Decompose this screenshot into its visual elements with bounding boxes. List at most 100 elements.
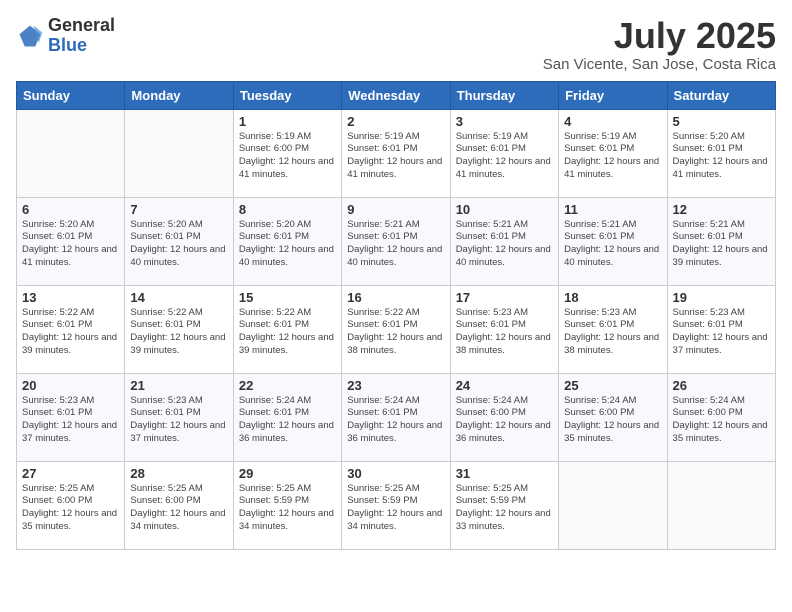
calendar-cell: 14 Sunrise: 5:22 AM Sunset: 6:01 PM Dayli… bbox=[125, 285, 233, 373]
day-info: Sunrise: 5:20 AM Sunset: 6:01 PM Dayligh… bbox=[239, 219, 336, 270]
logo-blue: Blue bbox=[48, 36, 115, 56]
day-number: 9 bbox=[347, 202, 444, 217]
day-info: Sunrise: 5:20 AM Sunset: 6:01 PM Dayligh… bbox=[22, 219, 119, 270]
day-info: Sunrise: 5:20 AM Sunset: 6:01 PM Dayligh… bbox=[673, 131, 770, 182]
calendar-subtitle: San Vicente, San Jose, Costa Rica bbox=[543, 56, 776, 73]
calendar-cell: 26Sunrise: 5:24 AM Sunset: 6:00 PM Dayli… bbox=[667, 373, 775, 461]
calendar-cell bbox=[667, 461, 775, 549]
column-header-saturday: Saturday bbox=[667, 81, 775, 109]
day-info: Sunrise: 5:19 AM Sunset: 6:01 PM Dayligh… bbox=[347, 131, 444, 182]
logo: General Blue bbox=[16, 16, 115, 56]
calendar-cell: 2Sunrise: 5:19 AM Sunset: 6:01 PM Daylig… bbox=[342, 109, 450, 197]
day-number: 5 bbox=[673, 114, 770, 129]
page-header: General Blue July 2025 San Vicente, San … bbox=[16, 16, 776, 73]
calendar-cell: 23Sunrise: 5:24 AM Sunset: 6:01 PM Dayli… bbox=[342, 373, 450, 461]
day-number: 17 bbox=[456, 290, 553, 305]
day-info: Sunrise: 5:25 AM Sunset: 5:59 PM Dayligh… bbox=[456, 483, 553, 534]
column-header-friday: Friday bbox=[559, 81, 667, 109]
day-number: 24 bbox=[456, 378, 553, 393]
calendar-cell: 17 Sunrise: 5:23 AM Sunset: 6:01 PM Dayli… bbox=[450, 285, 558, 373]
day-number: 28 bbox=[130, 466, 227, 481]
calendar-cell: 30 Sunrise: 5:25 AM Sunset: 5:59 PM Dayli… bbox=[342, 461, 450, 549]
day-number: 1 bbox=[239, 114, 336, 129]
day-info: Sunrise: 5:20 AM Sunset: 6:01 PM Dayligh… bbox=[130, 219, 227, 270]
calendar-title: July 2025 bbox=[543, 16, 776, 56]
calendar-cell: 15 Sunrise: 5:22 AM Sunset: 6:01 PM Dayli… bbox=[233, 285, 341, 373]
calendar-week-1: 1 Sunrise: 5:19 AM Sunset: 6:00 PM Daylig… bbox=[17, 109, 776, 197]
calendar-cell: 8 Sunrise: 5:20 AM Sunset: 6:01 PM Daylig… bbox=[233, 197, 341, 285]
calendar-cell: 10Sunrise: 5:21 AM Sunset: 6:01 PM Dayli… bbox=[450, 197, 558, 285]
day-info: Sunrise: 5:21 AM Sunset: 6:01 PM Dayligh… bbox=[673, 219, 770, 270]
day-number: 7 bbox=[130, 202, 227, 217]
day-number: 20 bbox=[22, 378, 119, 393]
calendar-cell: 19 Sunrise: 5:23 AM Sunset: 6:01 PM Dayli… bbox=[667, 285, 775, 373]
day-number: 21 bbox=[130, 378, 227, 393]
day-number: 31 bbox=[456, 466, 553, 481]
column-header-thursday: Thursday bbox=[450, 81, 558, 109]
calendar-cell: 18Sunrise: 5:23 AM Sunset: 6:01 PM Dayli… bbox=[559, 285, 667, 373]
day-info: Sunrise: 5:24 AM Sunset: 6:01 PM Dayligh… bbox=[347, 395, 444, 446]
day-info: Sunrise: 5:25 AM Sunset: 5:59 PM Dayligh… bbox=[239, 483, 336, 534]
day-number: 29 bbox=[239, 466, 336, 481]
column-header-monday: Monday bbox=[125, 81, 233, 109]
calendar-cell: 22Sunrise: 5:24 AM Sunset: 6:01 PM Dayli… bbox=[233, 373, 341, 461]
day-info: Sunrise: 5:24 AM Sunset: 6:01 PM Dayligh… bbox=[239, 395, 336, 446]
calendar-cell: 7 Sunrise: 5:20 AM Sunset: 6:01 PM Daylig… bbox=[125, 197, 233, 285]
calendar-table: SundayMondayTuesdayWednesdayThursdayFrid… bbox=[16, 81, 776, 550]
day-info: Sunrise: 5:24 AM Sunset: 6:00 PM Dayligh… bbox=[673, 395, 770, 446]
day-info: Sunrise: 5:23 AM Sunset: 6:01 PM Dayligh… bbox=[564, 307, 661, 358]
calendar-week-3: 13 Sunrise: 5:22 AM Sunset: 6:01 PM Dayli… bbox=[17, 285, 776, 373]
day-info: Sunrise: 5:24 AM Sunset: 6:00 PM Dayligh… bbox=[456, 395, 553, 446]
day-number: 8 bbox=[239, 202, 336, 217]
logo-icon bbox=[16, 22, 44, 50]
calendar-cell: 24 Sunrise: 5:24 AM Sunset: 6:00 PM Dayli… bbox=[450, 373, 558, 461]
day-number: 3 bbox=[456, 114, 553, 129]
day-number: 19 bbox=[673, 290, 770, 305]
day-info: Sunrise: 5:22 AM Sunset: 6:01 PM Dayligh… bbox=[22, 307, 119, 358]
day-number: 13 bbox=[22, 290, 119, 305]
day-info: Sunrise: 5:23 AM Sunset: 6:01 PM Dayligh… bbox=[673, 307, 770, 358]
calendar-cell: 20 Sunrise: 5:23 AM Sunset: 6:01 PM Dayli… bbox=[17, 373, 125, 461]
day-info: Sunrise: 5:19 AM Sunset: 6:00 PM Dayligh… bbox=[239, 131, 336, 182]
day-number: 27 bbox=[22, 466, 119, 481]
calendar-cell: 29 Sunrise: 5:25 AM Sunset: 5:59 PM Dayli… bbox=[233, 461, 341, 549]
day-info: Sunrise: 5:23 AM Sunset: 6:01 PM Dayligh… bbox=[22, 395, 119, 446]
calendar-week-2: 6 Sunrise: 5:20 AM Sunset: 6:01 PM Daylig… bbox=[17, 197, 776, 285]
calendar-cell: 13 Sunrise: 5:22 AM Sunset: 6:01 PM Dayli… bbox=[17, 285, 125, 373]
day-info: Sunrise: 5:19 AM Sunset: 6:01 PM Dayligh… bbox=[456, 131, 553, 182]
column-header-sunday: Sunday bbox=[17, 81, 125, 109]
day-info: Sunrise: 5:22 AM Sunset: 6:01 PM Dayligh… bbox=[239, 307, 336, 358]
day-number: 10 bbox=[456, 202, 553, 217]
day-number: 14 bbox=[130, 290, 227, 305]
day-info: Sunrise: 5:22 AM Sunset: 6:01 PM Dayligh… bbox=[130, 307, 227, 358]
calendar-cell: 28Sunrise: 5:25 AM Sunset: 6:00 PM Dayli… bbox=[125, 461, 233, 549]
logo-text: General Blue bbox=[48, 16, 115, 56]
title-block: July 2025 San Vicente, San Jose, Costa R… bbox=[543, 16, 776, 73]
day-number: 4 bbox=[564, 114, 661, 129]
day-number: 6 bbox=[22, 202, 119, 217]
day-info: Sunrise: 5:23 AM Sunset: 6:01 PM Dayligh… bbox=[456, 307, 553, 358]
calendar-week-4: 20 Sunrise: 5:23 AM Sunset: 6:01 PM Dayli… bbox=[17, 373, 776, 461]
day-info: Sunrise: 5:25 AM Sunset: 6:00 PM Dayligh… bbox=[22, 483, 119, 534]
day-number: 11 bbox=[564, 202, 661, 217]
calendar-cell: 21Sunrise: 5:23 AM Sunset: 6:01 PM Dayli… bbox=[125, 373, 233, 461]
day-info: Sunrise: 5:25 AM Sunset: 5:59 PM Dayligh… bbox=[347, 483, 444, 534]
calendar-cell: 9Sunrise: 5:21 AM Sunset: 6:01 PM Daylig… bbox=[342, 197, 450, 285]
logo-general: General bbox=[48, 16, 115, 36]
column-header-wednesday: Wednesday bbox=[342, 81, 450, 109]
day-info: Sunrise: 5:19 AM Sunset: 6:01 PM Dayligh… bbox=[564, 131, 661, 182]
calendar-cell: 1 Sunrise: 5:19 AM Sunset: 6:00 PM Daylig… bbox=[233, 109, 341, 197]
day-number: 15 bbox=[239, 290, 336, 305]
calendar-week-5: 27 Sunrise: 5:25 AM Sunset: 6:00 PM Dayli… bbox=[17, 461, 776, 549]
day-number: 12 bbox=[673, 202, 770, 217]
calendar-cell bbox=[125, 109, 233, 197]
calendar-cell: 27 Sunrise: 5:25 AM Sunset: 6:00 PM Dayli… bbox=[17, 461, 125, 549]
calendar-cell: 25Sunrise: 5:24 AM Sunset: 6:00 PM Dayli… bbox=[559, 373, 667, 461]
calendar-cell: 16Sunrise: 5:22 AM Sunset: 6:01 PM Dayli… bbox=[342, 285, 450, 373]
day-number: 16 bbox=[347, 290, 444, 305]
calendar-cell: 4 Sunrise: 5:19 AM Sunset: 6:01 PM Daylig… bbox=[559, 109, 667, 197]
day-number: 30 bbox=[347, 466, 444, 481]
calendar-cell: 5 Sunrise: 5:20 AM Sunset: 6:01 PM Daylig… bbox=[667, 109, 775, 197]
column-header-tuesday: Tuesday bbox=[233, 81, 341, 109]
calendar-cell: 6 Sunrise: 5:20 AM Sunset: 6:01 PM Daylig… bbox=[17, 197, 125, 285]
